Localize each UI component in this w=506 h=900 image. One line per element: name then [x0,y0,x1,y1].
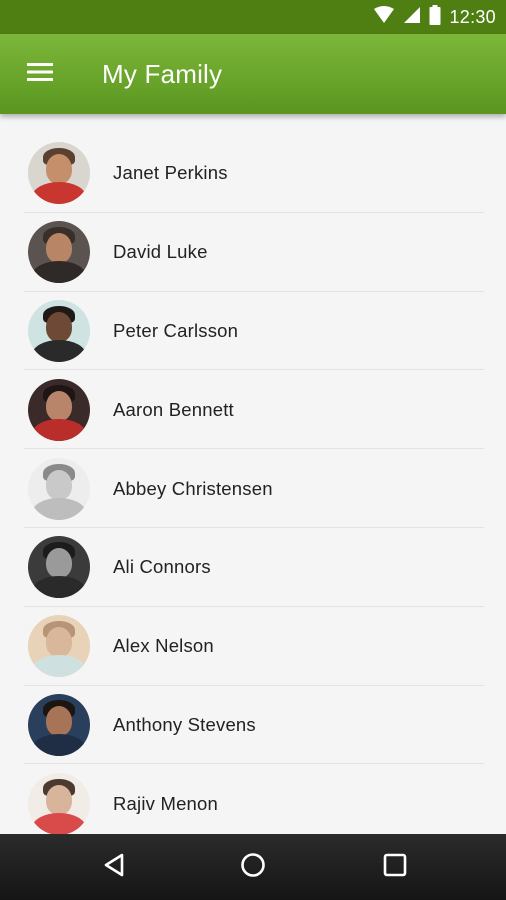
home-button[interactable] [223,834,283,900]
page-title: My Family [102,59,223,89]
contact-name: Anthony Stevens [113,713,256,735]
home-circle-icon [240,852,266,883]
list-item[interactable]: Rajiv Menon [0,764,506,834]
avatar [28,693,90,756]
list-item[interactable]: Aaron Bennett [0,370,506,449]
avatar [28,772,90,834]
avatar [28,536,90,599]
avatar [28,142,90,205]
contact-name: Ali Connors [113,556,211,578]
recents-button[interactable] [365,834,425,900]
status-icons: 12:30 [373,0,496,34]
contact-name: Aaron Bennett [113,398,234,420]
list-item[interactable]: Peter Carlsson [0,292,506,371]
avatar [28,457,90,520]
contact-name: David Luke [113,241,208,263]
battery-icon [429,4,441,30]
recents-square-icon [383,853,407,882]
status-time: 12:30 [449,6,496,27]
avatar [28,221,90,284]
avatar [28,299,90,362]
status-bar: 12:30 [0,0,506,34]
avatar [28,615,90,678]
back-triangle-icon [103,853,125,882]
list-item[interactable]: Ali Connors [0,528,506,607]
signal-icon [403,6,421,29]
menu-button[interactable] [18,56,62,92]
hamburger-menu-icon [27,62,53,87]
list-item[interactable]: David Luke [0,213,506,292]
back-button[interactable] [84,834,144,900]
app-bar: My Family [0,34,506,114]
contact-name: Janet Perkins [113,162,228,184]
contact-name: Peter Carlsson [113,319,239,341]
list-item[interactable]: Abbey Christensen [0,449,506,528]
list-item[interactable]: Janet Perkins [0,134,506,213]
navigation-bar [0,834,506,900]
contact-name: Alex Nelson [113,635,214,657]
list-item[interactable]: Anthony Stevens [0,686,506,765]
contact-list: Janet Perkins David Luke Peter Carlsson … [0,134,506,834]
avatar [28,378,90,441]
list-item[interactable]: Alex Nelson [0,607,506,686]
wifi-icon [373,5,395,29]
contact-name: Abbey Christensen [113,477,273,499]
contact-name: Rajiv Menon [113,792,219,814]
